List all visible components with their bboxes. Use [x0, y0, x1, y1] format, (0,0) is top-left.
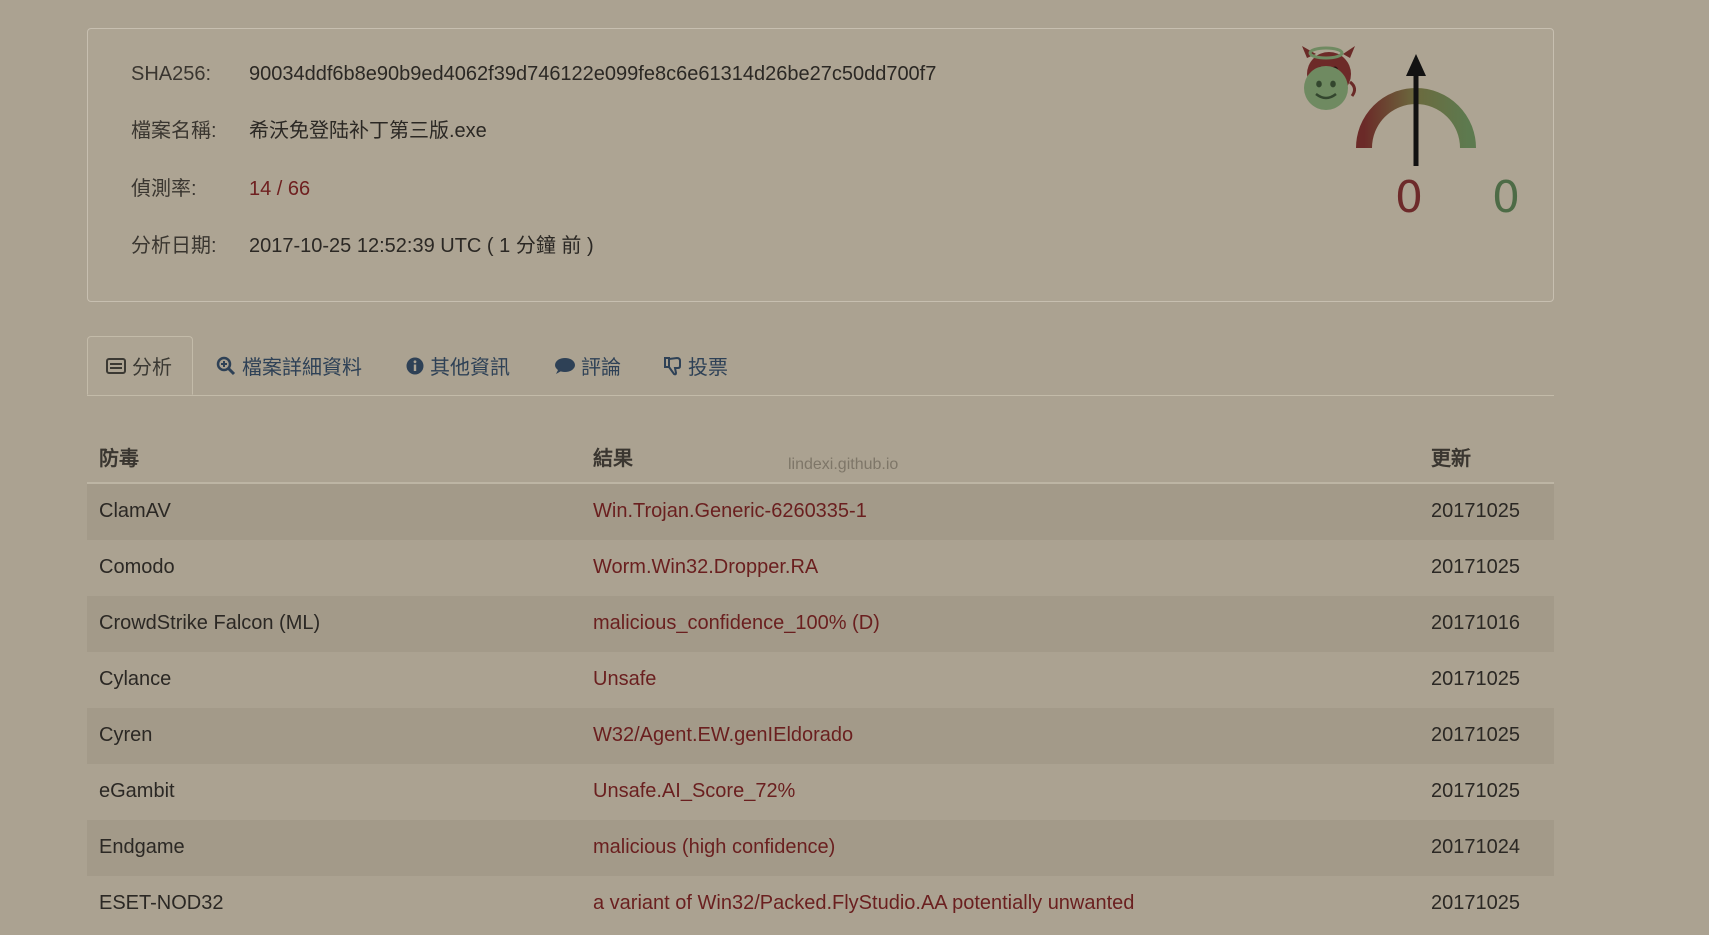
detection-result: Win.Trojan.Generic-6260335-1: [593, 500, 867, 522]
comment-icon: [555, 357, 575, 374]
tab-votes[interactable]: 投票: [664, 336, 728, 395]
detection-result: Worm.Win32.Dropper.RA: [593, 556, 819, 578]
harmless-votes-count: 0: [1492, 172, 1520, 223]
detection-ratio: 14 / 66: [249, 178, 311, 200]
table-row: Cyren W32/Agent.EW.genIEldorado 20171025: [87, 708, 1554, 764]
tab-comments-label: 評論: [581, 357, 621, 379]
angel-face-icon[interactable]: [1298, 44, 1354, 114]
filename-label: 檔案名稱:: [131, 120, 217, 142]
detection-row: 偵測率: 14 / 66: [131, 177, 310, 201]
update-date: 20171025: [1431, 668, 1520, 690]
engine-name: Comodo: [99, 556, 175, 578]
table-row: eGambit Unsafe.AI_Score_72% 20171025: [87, 764, 1554, 820]
engine-name: ESET-NOD32: [99, 892, 224, 914]
info-icon: [406, 357, 424, 374]
tab-file-details[interactable]: 檔案詳細資料: [216, 336, 362, 395]
detection-result: malicious_confidence_100% (D): [593, 612, 880, 634]
table-row: ClamAV Win.Trojan.Generic-6260335-1 2017…: [87, 484, 1554, 540]
engine-name: Cylance: [99, 668, 172, 690]
analysis-date-row: 分析日期: 2017-10-25 12:52:39 UTC ( 1 分鐘 前 ): [131, 234, 594, 258]
detection-result: W32/Agent.EW.genIEldorado: [593, 724, 854, 746]
table-row: Endgame malicious (high confidence) 2017…: [87, 820, 1554, 876]
detection-result: Unsafe.AI_Score_72%: [593, 780, 796, 802]
engine-name: Cyren: [99, 724, 153, 746]
list-icon: [106, 357, 126, 374]
report-tabs: 分析 檔案詳細資料 其他資訊 評論 投票: [87, 336, 1554, 396]
antivirus-results-table: 防毒 結果 更新 ClamAV Win.Trojan.Generic-62603…: [87, 426, 1554, 932]
detection-result: a variant of Win32/Packed.FlyStudio.AA p…: [593, 892, 1135, 914]
sha256-label: SHA256:: [131, 63, 212, 85]
update-date: 20171025: [1431, 780, 1520, 802]
table-header: 防毒 結果 更新: [87, 426, 1554, 484]
update-date: 20171025: [1431, 556, 1520, 578]
community-score: 0 0: [1298, 44, 1520, 223]
update-date: 20171024: [1431, 836, 1520, 858]
update-date: 20171016: [1431, 612, 1520, 634]
tab-analysis[interactable]: 分析: [87, 336, 193, 395]
table-row: ESET-NOD32 a variant of Win32/Packed.Fly…: [87, 876, 1554, 932]
tab-additional-info[interactable]: 其他資訊: [406, 336, 510, 395]
engine-name: eGambit: [99, 780, 175, 802]
table-row: Comodo Worm.Win32.Dropper.RA 20171025: [87, 540, 1554, 596]
update-date: 20171025: [1431, 500, 1520, 522]
table-row: Cylance Unsafe 20171025: [87, 652, 1554, 708]
tab-file-details-label: 檔案詳細資料: [242, 357, 362, 379]
analysis-date-label: 分析日期:: [131, 235, 217, 257]
magnifier-icon: [216, 356, 236, 375]
detection-label: 偵測率:: [131, 178, 197, 200]
sha256-row: SHA256: 90034ddf6b8e90b9ed4062f39d746122e…: [131, 62, 936, 86]
engine-name: CrowdStrike Falcon (ML): [99, 612, 321, 634]
header-update: 更新: [1431, 448, 1471, 470]
detection-result: malicious (high confidence): [593, 836, 836, 858]
tab-analysis-label: 分析: [132, 357, 172, 379]
malicious-votes-count: 0: [1395, 172, 1423, 223]
table-body: ClamAV Win.Trojan.Generic-6260335-1 2017…: [87, 484, 1554, 932]
filename-row: 檔案名稱: 希沃免登陆补丁第三版.exe: [131, 119, 487, 143]
engine-name: ClamAV: [99, 500, 171, 522]
file-summary-panel: SHA256: 90034ddf6b8e90b9ed4062f39d746122e…: [87, 28, 1554, 302]
table-row: CrowdStrike Falcon (ML) malicious_confid…: [87, 596, 1554, 652]
tab-comments[interactable]: 評論: [553, 336, 621, 395]
update-date: 20171025: [1431, 892, 1520, 914]
filename-value: 希沃免登陆补丁第三版.exe: [249, 120, 487, 142]
header-antivirus: 防毒: [99, 448, 139, 470]
sha256-value: 90034ddf6b8e90b9ed4062f39d746122e099fe8c…: [249, 63, 937, 85]
tab-additional-info-label: 其他資訊: [430, 357, 510, 379]
detection-result: Unsafe: [593, 668, 657, 690]
thumbs-down-icon: [664, 356, 681, 375]
analysis-date-value: 2017-10-25 12:52:39 UTC ( 1 分鐘 前 ): [249, 235, 594, 257]
engine-name: Endgame: [99, 836, 185, 858]
tab-votes-label: 投票: [688, 357, 728, 379]
header-result: 結果: [593, 448, 633, 470]
watermark-text: lindexi.github.io: [788, 456, 899, 473]
update-date: 20171025: [1431, 724, 1520, 746]
